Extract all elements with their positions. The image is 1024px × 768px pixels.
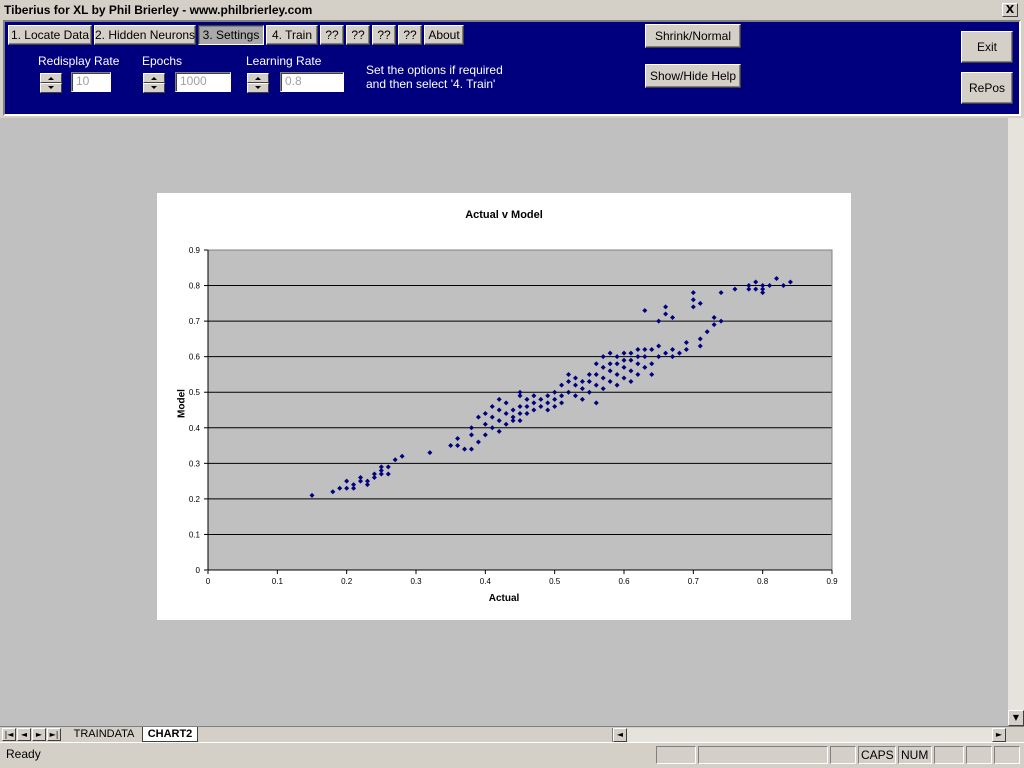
status-bar: Ready CAPS NUM [0, 742, 1024, 768]
chart-area[interactable]: 0 0.1 0.2 0.3 0.4 0.5 0.6 0.7 0.8 0.9 0 0.1 0.2 0.3 0.… [157, 193, 851, 620]
sheet-tab-bar: |◄ ◄ ► ►| TRAINDATA CHART2 ◄ ► [0, 726, 1024, 742]
x-tick-label: 0.8 [757, 577, 769, 586]
tab-unknown-2[interactable]: ?? [346, 25, 370, 45]
spin-up-icon[interactable] [143, 73, 165, 83]
first-sheet-icon[interactable]: |◄ [2, 728, 16, 741]
close-button[interactable]: X [1002, 3, 1018, 17]
y-tick-label: 0.6 [189, 353, 201, 362]
status-box [656, 746, 696, 764]
epochs-input[interactable]: 1000 [175, 72, 231, 92]
repos-button[interactable]: RePos [961, 72, 1013, 104]
x-tick-label: 0 [206, 577, 211, 586]
status-box [830, 746, 856, 764]
vertical-scrollbar[interactable]: ▼ [1008, 118, 1024, 726]
y-tick-label: 0 [196, 566, 201, 575]
help-text-line2: and then select '4. Train' [366, 77, 496, 91]
y-tick-label: 0.1 [189, 530, 201, 539]
show-hide-help-button[interactable]: Show/Hide Help [645, 64, 741, 88]
y-tick-label: 0.7 [189, 317, 201, 326]
last-sheet-icon[interactable]: ►| [47, 728, 61, 741]
learning-rate-input[interactable]: 0.8 [280, 72, 344, 92]
x-tick-label: 0.4 [480, 577, 492, 586]
y-tick-label: 0.4 [189, 424, 201, 433]
sheet-tab-chart2[interactable]: CHART2 [142, 727, 198, 742]
spin-down-icon[interactable] [143, 83, 165, 93]
tab-settings[interactable]: 3. Settings [198, 25, 264, 45]
x-tick-label: 0.7 [688, 577, 700, 586]
title-bar: Tiberius for XL by Phil Brierley - www.p… [0, 0, 1024, 20]
y-axis-label: Model [176, 389, 188, 418]
x-tick-label: 0.5 [549, 577, 561, 586]
epochs-spinner[interactable] [143, 73, 165, 93]
y-tick-label: 0.2 [189, 495, 201, 504]
tab-unknown-3[interactable]: ?? [372, 25, 396, 45]
y-tick-label: 0.8 [189, 282, 201, 291]
x-tick-label: 0.3 [410, 577, 422, 586]
x-tick-label: 0.6 [618, 577, 630, 586]
tab-unknown-1[interactable]: ?? [320, 25, 344, 45]
scatter-chart: 0 0.1 0.2 0.3 0.4 0.5 0.6 0.7 0.8 0.9 0 0.1 0.2 0.3 0.… [189, 246, 838, 586]
x-axis-label: Actual [488, 593, 520, 604]
scroll-left-icon[interactable]: ◄ [613, 728, 627, 742]
x-tick-label: 0.2 [341, 577, 353, 586]
exit-button[interactable]: Exit [961, 31, 1013, 63]
horizontal-scrollbar[interactable]: ◄ ► [612, 728, 1006, 742]
status-num: NUM [898, 746, 932, 764]
plot-area [208, 250, 832, 570]
learning-rate-label: Learning Rate [246, 54, 322, 68]
learning-rate-spinner[interactable] [247, 73, 269, 93]
epochs-label: Epochs [142, 54, 183, 68]
help-text-line1: Set the options if required [366, 63, 503, 77]
tab-locate-data[interactable]: 1. Locate Data [8, 25, 92, 45]
status-caps: CAPS [858, 746, 896, 764]
scroll-down-icon[interactable]: ▼ [1008, 710, 1024, 726]
spin-down-icon[interactable] [247, 83, 269, 93]
window-title: Tiberius for XL by Phil Brierley - www.p… [4, 3, 313, 17]
redisplay-rate-label: Redisplay Rate [38, 54, 120, 68]
chart-title: Actual v Model [465, 209, 543, 221]
y-tick-label: 0.9 [189, 246, 201, 255]
status-box [698, 746, 828, 764]
status-box [994, 746, 1020, 764]
scroll-right-icon[interactable]: ► [992, 728, 1006, 742]
sheet-tab-traindata[interactable]: TRAINDATA [68, 727, 140, 742]
status-ready: Ready [6, 747, 41, 761]
x-tick-label: 0.9 [826, 577, 838, 586]
tab-unknown-4[interactable]: ?? [398, 25, 422, 45]
tab-hidden-neurons[interactable]: 2. Hidden Neurons [94, 25, 196, 45]
shrink-normal-button[interactable]: Shrink/Normal [645, 24, 741, 48]
spin-up-icon[interactable] [247, 73, 269, 83]
y-tick-label: 0.3 [189, 459, 201, 468]
status-box [934, 746, 964, 764]
toolbar-panel: 1. Locate Data 2. Hidden Neurons 3. Sett… [3, 20, 1021, 116]
redisplay-rate-spinner[interactable] [40, 73, 62, 93]
redisplay-rate-input[interactable]: 10 [71, 72, 111, 92]
tab-about[interactable]: About [424, 25, 464, 45]
spin-down-icon[interactable] [40, 83, 62, 93]
tab-train[interactable]: 4. Train [266, 25, 318, 45]
y-tick-label: 0.5 [189, 388, 201, 397]
next-sheet-icon[interactable]: ► [32, 728, 46, 741]
status-box [966, 746, 992, 764]
spin-up-icon[interactable] [40, 73, 62, 83]
x-tick-label: 0.1 [272, 577, 284, 586]
prev-sheet-icon[interactable]: ◄ [17, 728, 31, 741]
